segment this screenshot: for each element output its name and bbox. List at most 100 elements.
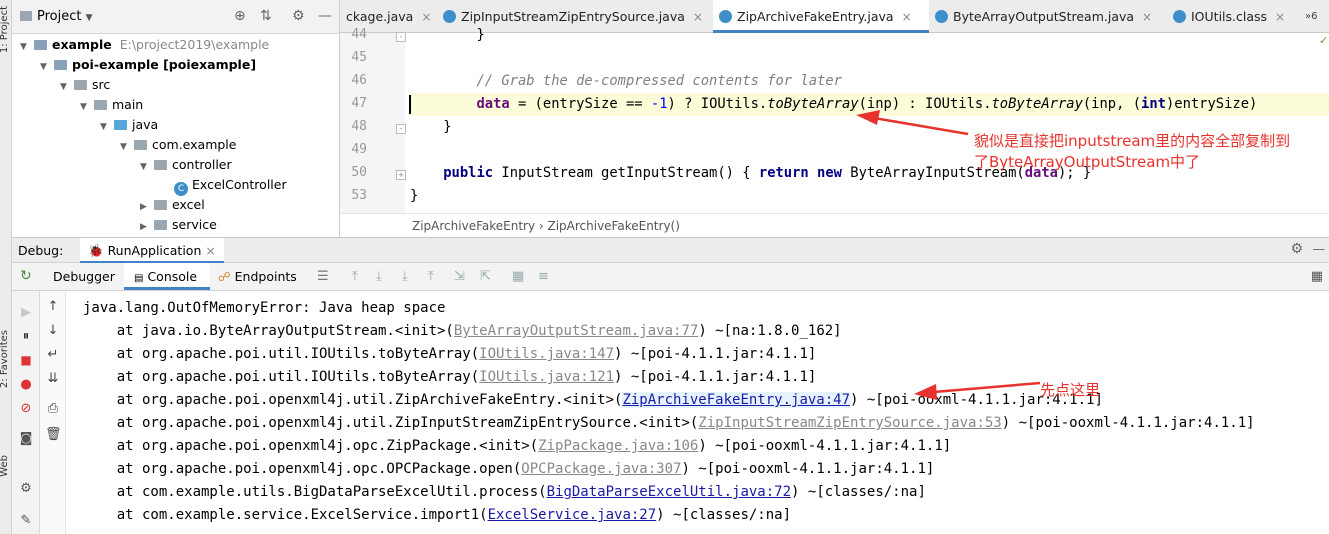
hide-panel-icon[interactable]: — [318, 8, 332, 24]
tree-item[interactable]: ▼ controller [140, 155, 232, 175]
print-icon[interactable]: ⎙ [45, 401, 61, 416]
evaluate-icon[interactable]: ⇱ [480, 269, 491, 284]
close-icon[interactable]: × [421, 10, 431, 24]
fold-marker[interactable]: - [396, 32, 406, 42]
project-view-selector[interactable]: Project ▼ [20, 9, 93, 24]
source-link[interactable]: IOUtils.java:147 [479, 346, 614, 362]
pause-icon[interactable]: ⏸ [18, 329, 34, 344]
run-config-tab[interactable]: 🐞 RunApplication × [80, 238, 224, 263]
locate-icon[interactable]: ⊕ [234, 8, 246, 24]
class-icon [935, 10, 948, 23]
tab-console[interactable]: ▤ Console [124, 263, 210, 290]
up-arrow-icon[interactable]: ↑ [45, 299, 61, 314]
source-link[interactable]: ByteArrayOutputStream.java:77 [454, 323, 698, 339]
menu-icon[interactable]: ☰ [317, 269, 329, 284]
stack-frame-jar: ) ~[poi-4.1.1.jar:4.1.1] [614, 346, 817, 362]
stop-icon[interactable]: ■ [18, 353, 34, 367]
tree-item[interactable]: ▼ example E:\project2019\example [20, 35, 269, 55]
chevron-down-icon[interactable]: ▼ [20, 37, 34, 57]
tree-item-label: controller [172, 157, 232, 172]
tab-overflow-count: 6 [1311, 11, 1318, 22]
tab-debugger[interactable]: Debugger [44, 263, 124, 290]
stack-frame-line: at com.example.service.ExcelService.impo… [83, 504, 791, 527]
project-tool-button[interactable]: 1: Project [0, 6, 10, 53]
gear-icon[interactable]: ⚙ [292, 8, 305, 24]
fold-marker[interactable]: - [396, 124, 406, 134]
tree-item[interactable]: ▼ java [100, 115, 158, 135]
close-icon[interactable]: × [205, 243, 215, 258]
web-tool-button[interactable]: Web [0, 455, 10, 477]
console-output[interactable]: java.lang.OutOfMemoryError: Java heap sp… [74, 291, 1329, 534]
camera-icon[interactable]: ◙ [18, 431, 34, 446]
tab-overflow-button[interactable]: »6 [1299, 0, 1329, 33]
tree-item[interactable]: ▶ service [140, 215, 217, 235]
stack-frame-jar: ) ~[na:1.8.0_162] [698, 323, 842, 339]
rerun-icon[interactable]: ↻ [20, 268, 32, 284]
source-link[interactable]: ExcelService.java:27 [488, 507, 657, 523]
fold-marker[interactable]: + [396, 170, 406, 180]
source-link[interactable]: ZipPackage.java:106 [538, 438, 698, 454]
step-into-icon[interactable]: ⤓ [402, 269, 408, 284]
gear-icon[interactable]: ⚙ [1290, 241, 1303, 257]
tab-ioutils[interactable]: IOUtils.class × [1167, 0, 1299, 33]
close-icon[interactable]: × [1275, 10, 1285, 24]
source-link[interactable]: OPCPackage.java:307 [521, 461, 681, 477]
tree-item[interactable]: ▶ excel [140, 195, 205, 215]
run-to-cursor-icon[interactable]: ⇲ [454, 269, 465, 284]
list-icon[interactable]: ≡ [538, 269, 549, 284]
mute-breakpoints-icon[interactable]: ⊘ [18, 401, 34, 416]
source-link[interactable]: BigDataParseExcelUtil.java:72 [547, 484, 791, 500]
breadcrumb[interactable]: ZipArchiveFakeEntry › ZipArchiveFakeEntr… [340, 213, 1329, 237]
chevron-down-icon[interactable]: ▼ [80, 97, 94, 117]
chevron-down-icon[interactable]: ▼ [60, 77, 74, 97]
down-arrow-icon[interactable]: ↓ [45, 323, 61, 338]
stack-frame-jar: ) ~[poi-ooxml-4.1.1.jar:4.1.1] [1001, 415, 1255, 431]
favorites-tool-button[interactable]: 2: Favorites [0, 330, 10, 388]
chevron-right-icon[interactable]: ▶ [140, 197, 154, 217]
tree-item[interactable]: ▼ com.example [120, 135, 236, 155]
show-execution-point-icon[interactable]: ⤒ [352, 269, 358, 284]
source-link[interactable]: IOUtils.java:121 [479, 369, 614, 385]
tab-label: Console [147, 269, 198, 284]
project-panel: Project ▼ ⊕ ⇅ ⚙ — ▼ example E:\project2019… [12, 0, 340, 237]
source-link[interactable]: ZipInputStreamZipEntrySource.java:53 [698, 415, 1001, 431]
line-number: 45 [351, 50, 367, 65]
tree-item[interactable]: C ExcelController [160, 175, 287, 196]
tree-item[interactable]: ▼ poi-example [poiexample] [40, 55, 256, 75]
folder-icon [114, 120, 127, 130]
source-link[interactable]: ZipArchiveFakeEntry.java:47 [622, 392, 851, 408]
tab-bytearrayoutputstream[interactable]: ByteArrayOutputStream.java × [929, 0, 1167, 33]
chevron-down-icon[interactable]: ▼ [120, 137, 134, 157]
chevron-down-icon[interactable]: ▼ [140, 157, 154, 177]
settings-icon[interactable]: ⚙ [18, 481, 34, 496]
close-icon[interactable]: × [902, 10, 912, 24]
trash-icon[interactable]: 🗑 [45, 427, 62, 442]
hide-panel-icon[interactable]: — [1313, 241, 1326, 256]
scroll-to-end-icon[interactable]: ⇊ [45, 371, 61, 386]
class-icon [443, 10, 456, 23]
step-out-icon[interactable]: ⤒ [428, 269, 434, 284]
view-breakpoints-icon[interactable]: ● [18, 377, 34, 392]
chevron-right-icon[interactable]: ▶ [140, 217, 154, 237]
chevron-down-icon[interactable]: ▼ [40, 57, 54, 77]
soft-wrap-icon[interactable]: ↵ [45, 347, 61, 362]
table-icon[interactable]: ▦ [512, 269, 524, 284]
tree-item[interactable]: ▼ src [60, 75, 110, 95]
text-caret [409, 95, 411, 114]
chevron-down-icon[interactable]: ▼ [100, 117, 114, 137]
close-icon[interactable]: × [693, 10, 703, 24]
layout-icon[interactable]: ▦ [1311, 269, 1323, 284]
step-over-icon[interactable]: ⤓ [376, 269, 382, 284]
tree-item[interactable]: ▼ main [80, 95, 143, 115]
tab-endpoints[interactable]: ☍ Endpoints [218, 263, 310, 290]
tab-ziparchivefakeentry[interactable]: ZipArchiveFakeEntry.java × [713, 0, 929, 33]
stack-frame-line: at org.apache.poi.openxml4j.util.ZipArch… [83, 389, 1103, 412]
close-icon[interactable]: × [1142, 10, 1152, 24]
collapse-all-icon[interactable]: ⇅ [260, 8, 272, 24]
line-number: 44 [351, 27, 367, 42]
pin-icon[interactable]: ✎ [18, 513, 34, 528]
resume-icon[interactable]: ▶ [18, 305, 34, 320]
tab-label: ckage.java [346, 9, 414, 24]
stack-frame-method: at org.apache.poi.openxml4j.opc.OPCPacka… [83, 461, 522, 477]
inspection-ok-icon[interactable]: ✓ [1319, 34, 1329, 48]
